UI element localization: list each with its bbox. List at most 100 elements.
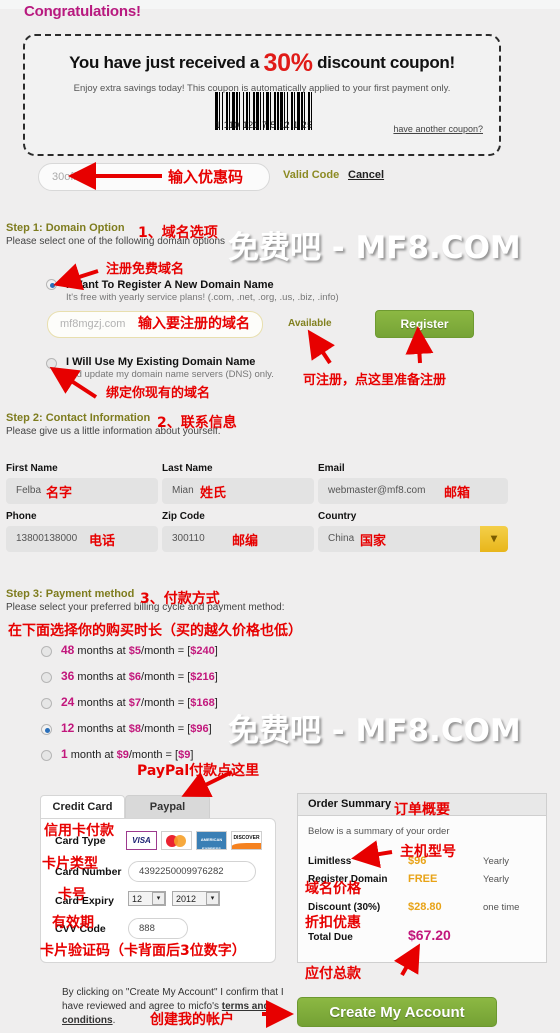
expiry-month-select[interactable]: 12 ▾ [128, 891, 166, 906]
terms-post: . [112, 1015, 116, 1026]
label-phone: Phone [6, 511, 37, 522]
order-row-name: Limitless [308, 856, 352, 867]
plan-1-months: 1 [61, 747, 68, 761]
plan-36-total: $216 [190, 671, 215, 683]
sub-register-new-domain: It's free with yearly service plans! (.c… [66, 292, 339, 303]
plan-48-rate: $5 [128, 645, 142, 657]
order-total-amount: $67.20 [408, 927, 451, 943]
annotation-register-free-domain: 注册免费域名 [106, 262, 185, 277]
plan-1-rate: $9 [116, 749, 129, 761]
annotation-host-model: 主机型号 [400, 844, 456, 860]
plan-36-rate: $6 [128, 671, 142, 683]
mastercard-logo-icon [161, 831, 192, 850]
annotation-order-summary: 订单概要 [394, 802, 450, 818]
annotation-phone: 电话 [89, 534, 116, 549]
tab-credit-card[interactable]: Credit Card [40, 795, 125, 819]
order-summary-subtext: Below is a summary of your order [308, 826, 450, 837]
order-row-period: Yearly [483, 874, 510, 885]
label-first-name: First Name [6, 463, 58, 474]
annotation-zip: 邮编 [232, 534, 259, 549]
annotation-country: 国家 [360, 534, 387, 549]
label-last-name: Last Name [162, 463, 213, 474]
plan-24-rate: $7 [128, 697, 142, 709]
order-row-amount: $28.80 [408, 901, 442, 913]
plan-12-total: $96 [190, 723, 209, 735]
create-my-account-button[interactable]: Create My Account [297, 997, 497, 1027]
watermark: 免费吧 - MF8.COM [228, 713, 521, 749]
order-row-period: one time [483, 902, 520, 913]
payment-tabs: Credit Card Paypal [40, 795, 210, 819]
annotation-last-name: 姓氏 [200, 486, 227, 501]
plan-24-months: 24 [61, 695, 75, 709]
label-existing-domain[interactable]: I Will Use My Existing Domain Name [66, 356, 255, 368]
annotation-cvv: 卡片验证码（卡背面后3位数字） [40, 943, 246, 959]
annotation-enter-domain: 输入要注册的域名 [138, 316, 250, 332]
plan-36-months: 36 [61, 669, 75, 683]
plan-1-unit: month [70, 749, 102, 761]
expiry-year-select[interactable]: 2012 ▾ [172, 891, 220, 906]
tab-paypal[interactable]: Paypal [125, 795, 210, 819]
coupon-headline-post: discount coupon! [312, 53, 455, 72]
annotation-domain-price: 域名价格 [305, 881, 361, 897]
country-select[interactable]: China ▾ [318, 526, 508, 552]
register-domain-button[interactable]: Register [375, 310, 474, 338]
radio-plan-1[interactable] [41, 750, 52, 761]
plan-12-months: 12 [61, 721, 75, 735]
annotation-step1: 1、域名选项 [138, 225, 218, 241]
plan-36-unit: months [77, 671, 114, 683]
chevron-down-icon: ▾ [152, 892, 165, 905]
annotation-available-note: 可注册，点这里准备注册 [303, 373, 447, 388]
radio-plan-12[interactable] [41, 724, 52, 735]
label-register-new-domain[interactable]: I Want To Register A New Domain Name [66, 279, 274, 291]
annotation-credit-card: 信用卡付款 [44, 823, 114, 839]
first-name-input[interactable]: Felba [6, 478, 158, 504]
email-input[interactable]: webmaster@mf8.com [318, 478, 508, 504]
visa-logo-icon: VISA [126, 831, 157, 850]
card-number-input[interactable]: 4392250009976282 [128, 861, 256, 882]
valid-code-status: Valid Code [283, 169, 340, 181]
radio-register-new-domain[interactable] [46, 279, 57, 290]
label-email: Email [318, 463, 345, 474]
radio-existing-domain[interactable] [46, 358, 57, 369]
annotation-first-name: 名字 [46, 486, 73, 501]
expiry-month-value: 12 [132, 894, 143, 904]
cvv-input[interactable]: 888 [128, 918, 188, 939]
plan-48-unit: months [77, 645, 114, 657]
order-total-label: Total Due [308, 932, 353, 943]
plan-12-rate: $8 [128, 723, 142, 735]
watermark: 免费吧 - MF8.COM [228, 230, 521, 266]
annotation-discount: 折扣优惠 [305, 915, 361, 931]
annotation-total-due: 应付总款 [305, 966, 361, 982]
have-another-coupon-link[interactable]: have another coupon? [393, 124, 483, 134]
label-country: Country [318, 511, 357, 522]
plan-24-unit: months [77, 697, 114, 709]
radio-plan-36[interactable] [41, 672, 52, 683]
radio-plan-24[interactable] [41, 698, 52, 709]
amex-logo-icon: AMERICAN EXPRESS [196, 831, 227, 850]
coupon-discount-percent: 30% [263, 49, 313, 77]
coupon-headline-pre: You have just received a [69, 53, 264, 72]
annotation-create-account: 创建我的帐户 [150, 1012, 234, 1028]
annotation-paypal-note: PayPal付款点这里 [137, 763, 260, 779]
chevron-down-icon: ▾ [206, 892, 219, 905]
expiry-year-value: 2012 [176, 894, 197, 904]
annotation-step2: 2、联系信息 [157, 415, 237, 431]
annotation-email: 邮箱 [444, 486, 471, 501]
cancel-coupon-link[interactable]: Cancel [348, 169, 384, 181]
label-zip-code: Zip Code [162, 511, 205, 522]
radio-plan-48[interactable] [41, 646, 52, 657]
last-name-input[interactable]: Mian [162, 478, 314, 504]
annotation-coupon-code: 输入优惠码 [168, 168, 244, 186]
annotation-step3: 3、付款方式 [140, 591, 220, 607]
plan-12-unit: months [77, 723, 114, 735]
order-row-period: Yearly [483, 856, 510, 867]
chevron-down-icon[interactable]: ▾ [480, 526, 508, 552]
discover-logo-icon: DISCOVER [231, 831, 262, 850]
phone-input[interactable]: 13800138000 [6, 526, 158, 552]
page-title: Congratulations! [24, 3, 141, 20]
plan-48-months: 48 [61, 643, 75, 657]
plan-24-total: $168 [190, 697, 215, 709]
coupon-box: You have just received a 30% discount co… [23, 34, 501, 156]
sub-existing-domain: and update my domain name servers (DNS) … [66, 369, 274, 380]
plan-48-total: $240 [190, 645, 215, 657]
